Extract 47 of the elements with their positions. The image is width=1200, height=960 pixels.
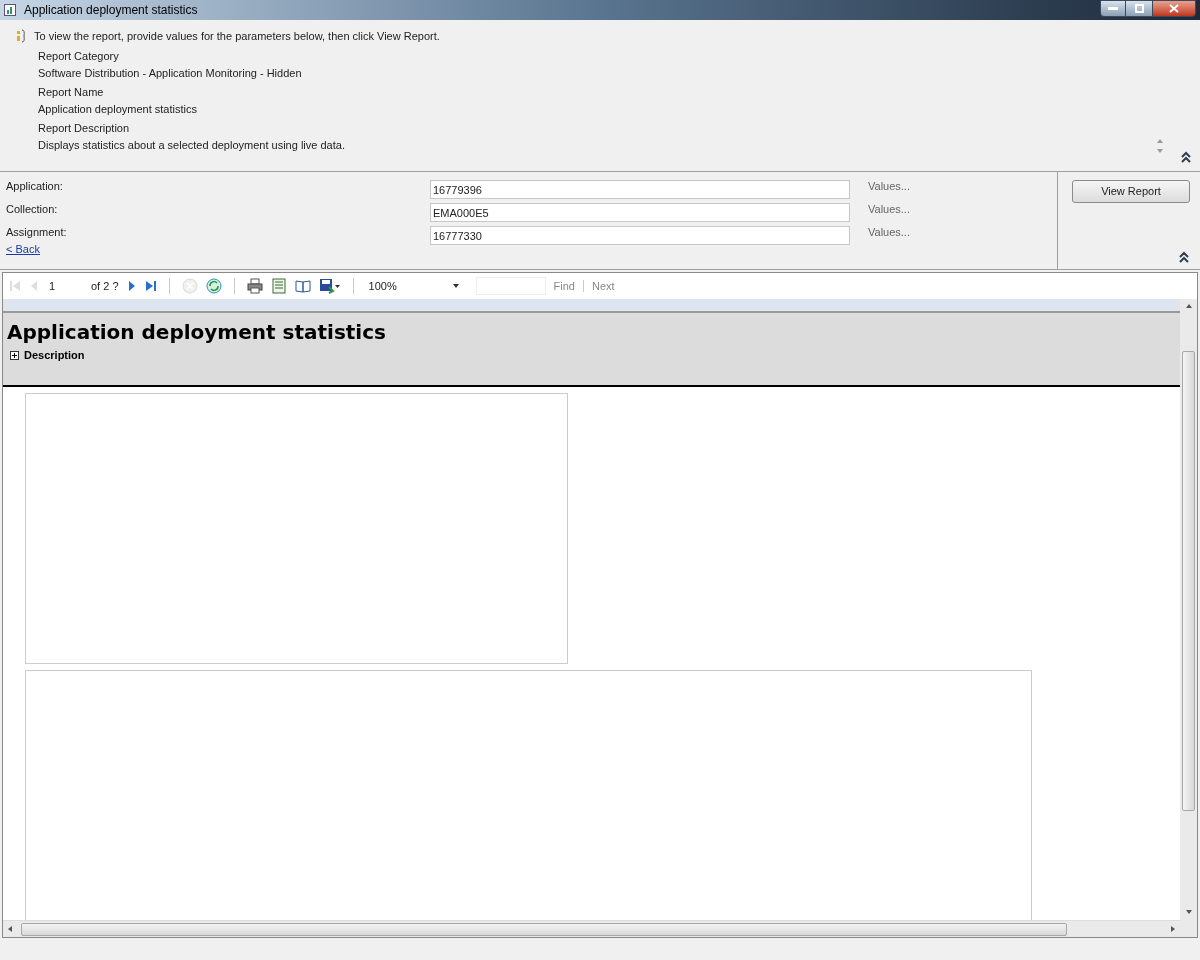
- field-value: Software Distribution - Application Monitoring - Hidden: [38, 65, 303, 81]
- expand-icon[interactable]: [10, 350, 19, 360]
- page-number-input[interactable]: 1: [47, 277, 83, 295]
- view-report-button[interactable]: View Report: [1072, 180, 1190, 203]
- values-link[interactable]: Values...: [868, 224, 910, 241]
- last-page-icon[interactable]: [144, 280, 157, 292]
- minimize-icon: [1108, 7, 1118, 10]
- parameter-input[interactable]: 16777330: [430, 226, 850, 245]
- restore-button[interactable]: [1126, 0, 1152, 17]
- close-icon: [1169, 4, 1179, 13]
- field-label: Report Category: [38, 48, 120, 64]
- info-icon: [16, 29, 26, 44]
- scroll-thumb[interactable]: [21, 922, 1067, 936]
- back-link[interactable]: < Back: [6, 241, 40, 258]
- values-link[interactable]: Values...: [868, 178, 910, 195]
- printer-icon[interactable]: [246, 278, 263, 294]
- report-window-icon: [4, 4, 16, 16]
- collapse-icon[interactable]: [1178, 251, 1190, 263]
- parameter-input[interactable]: 16779396: [430, 180, 850, 199]
- parameter-label: Collection:: [6, 202, 59, 217]
- collapse-icon[interactable]: [1180, 151, 1192, 163]
- minimize-button[interactable]: [1100, 0, 1126, 17]
- book-icon[interactable]: [294, 278, 311, 294]
- scroll-thumb[interactable]: [1182, 351, 1195, 811]
- find-link[interactable]: Find: [553, 277, 575, 295]
- values-link[interactable]: Values...: [868, 201, 910, 218]
- instruction-text: To view the report, provide values for the parameters below, then click View Report.: [34, 29, 440, 44]
- parameter-label: Assignment:: [6, 225, 68, 240]
- page-count: of 2 ?: [91, 278, 119, 294]
- field-label: Report Name: [38, 84, 105, 100]
- close-button[interactable]: [1152, 0, 1196, 17]
- field-value: Displays statistics about a selected deployment using live data.: [38, 137, 346, 153]
- horizontal-scrollbar[interactable]: [3, 920, 1180, 937]
- dropdown-caret-icon: [452, 284, 459, 288]
- next-page-icon[interactable]: [126, 280, 137, 292]
- window-title: Application deployment statistics: [24, 2, 198, 19]
- restore-icon: [1134, 4, 1144, 13]
- parameter-input[interactable]: EMA000E5: [430, 203, 850, 222]
- parameter-label: Application:: [6, 179, 64, 194]
- save-dropdown-icon[interactable]: [318, 278, 341, 294]
- field-value: Application deployment statistics: [38, 101, 198, 117]
- next-link[interactable]: Next: [591, 277, 615, 295]
- field-label: Report Description: [38, 120, 131, 136]
- refresh-icon[interactable]: [205, 278, 222, 294]
- report-title: Application deployment statistics: [7, 319, 387, 345]
- description-toggle[interactable]: Description: [24, 347, 85, 364]
- vertical-scrollbar[interactable]: [1180, 299, 1197, 937]
